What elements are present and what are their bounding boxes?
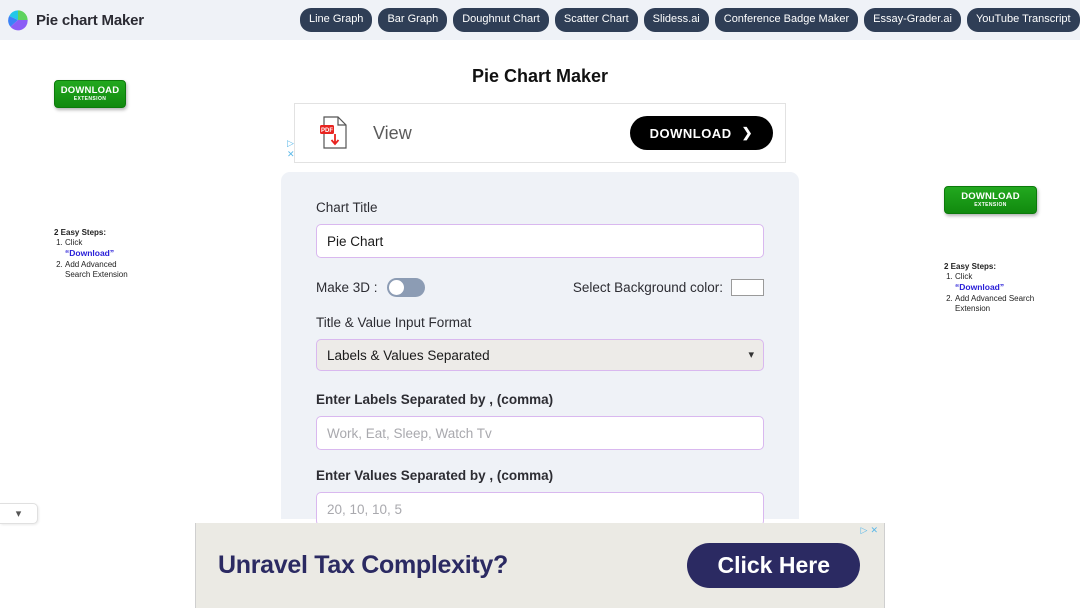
left-ad-extension-label: EXTENSION (73, 96, 107, 103)
left-ad-step-1: Click “Download” (65, 238, 134, 259)
adchoices-triangle-icon[interactable]: ▷ (287, 139, 295, 148)
close-icon[interactable]: ✕ (870, 526, 878, 535)
right-sidebar-advertisement[interactable]: DOWNLOAD EXTENSION 2 Easy Steps: Click “… (944, 186, 1037, 313)
left-ad-step-1-link[interactable]: “Download” (65, 248, 114, 258)
make-3d-toggle-knob (388, 280, 404, 295)
left-sidebar-advertisement[interactable]: DOWNLOAD EXTENSION 2 Easy Steps: Click “… (54, 80, 128, 279)
top-ad-controls[interactable]: ▷ ✕ (287, 139, 295, 159)
right-ad-steps: 2 Easy Steps: Click “Download” Add Advan… (944, 262, 1054, 314)
labels-input-label: Enter Labels Separated by , (comma) (316, 392, 554, 407)
top-ad-download-label: DOWNLOAD (649, 125, 732, 141)
values-input[interactable] (316, 492, 764, 526)
top-ad-text: View (373, 122, 412, 143)
nav-item-scatter-chart[interactable]: Scatter Chart (554, 8, 638, 32)
right-ad-download-label: DOWNLOAD (961, 190, 1020, 202)
nav-item-line-graph[interactable]: Line Graph (300, 8, 373, 32)
input-format-label: Title & Value Input Format (316, 315, 472, 330)
left-ad-steps-heading: 2 Easy Steps: (54, 228, 107, 237)
bottom-ad-cta-button[interactable]: Click Here (687, 543, 860, 588)
background-color-group: Select Background color: (573, 279, 764, 296)
bottom-ad-content: Unravel Tax Complexity? Click Here (196, 523, 884, 608)
collapse-panel-tab[interactable]: ▾ (0, 503, 38, 524)
left-ad-step-2: Add Advanced Search Extension (65, 260, 134, 280)
right-ad-step-1-link[interactable]: “Download” (955, 282, 1004, 292)
right-ad-steps-list: Click “Download” Add Advanced Search Ext… (944, 272, 1054, 314)
svg-text:PDF: PDF (321, 128, 333, 134)
right-ad-download-extension-button[interactable]: DOWNLOAD EXTENSION (944, 186, 1037, 214)
left-ad-step-1-prefix: Click (65, 238, 83, 248)
chevron-right-icon: ❯ (741, 125, 753, 140)
3d-and-background-row: Make 3D : Select Background color: (316, 278, 764, 297)
input-format-select-wrapper: Labels & Values Separated Labels & Value… (316, 339, 764, 371)
primary-nav: Line Graph Bar Graph Doughnut Chart Scat… (300, 0, 1080, 40)
labels-input[interactable] (316, 416, 764, 450)
close-icon[interactable]: ✕ (287, 150, 295, 159)
background-color-label: Select Background color: (572, 280, 723, 295)
nav-item-bar-graph[interactable]: Bar Graph (378, 8, 448, 32)
right-ad-steps-heading: 2 Easy Steps: (944, 262, 997, 271)
nav-item-youtube-transcript[interactable]: YouTube Transcript (966, 8, 1080, 32)
right-ad-step-1: Click “Download” (955, 272, 1054, 293)
top-ad-download-button[interactable]: DOWNLOAD ❯ (629, 116, 773, 150)
right-ad-step-2: Add Advanced Search Extension (955, 294, 1054, 314)
app-header: Pie chart Maker Line Graph Bar Graph Dou… (0, 0, 1080, 40)
right-ad-extension-label: EXTENSION (974, 202, 1007, 209)
bottom-ad-text: Unravel Tax Complexity? (218, 551, 508, 579)
chart-title-input[interactable] (316, 224, 764, 258)
background-color-swatch[interactable] (731, 279, 764, 296)
nav-item-slidess-ai[interactable]: Slidess.ai (643, 8, 709, 32)
bottom-ad-controls[interactable]: ▷ ✕ (861, 526, 878, 535)
nav-item-conference-badge-maker[interactable]: Conference Badge Maker (714, 8, 859, 32)
bottom-advertisement[interactable]: ▷ ✕ Unravel Tax Complexity? Click Here (195, 523, 885, 608)
left-ad-download-extension-button[interactable]: DOWNLOAD EXTENSION (54, 80, 126, 108)
page-title: Pie Chart Maker (471, 66, 609, 86)
left-ad-download-label: DOWNLOAD (60, 84, 120, 96)
brand-name: Pie chart Maker (36, 11, 144, 29)
pie-chart-icon (8, 10, 28, 31)
brand[interactable]: Pie chart Maker (7, 9, 144, 31)
nav-item-essay-grader-ai[interactable]: Essay-Grader.ai (864, 8, 961, 32)
chart-title-label: Chart Title (316, 200, 378, 215)
adchoices-triangle-icon[interactable]: ▷ (861, 526, 868, 535)
left-ad-steps: 2 Easy Steps: Click “Download” Add Advan… (54, 228, 134, 280)
top-advertisement[interactable]: ▷ ✕ PDF View DOWNLOAD ❯ (287, 103, 786, 163)
make-3d-label: Make 3D : (316, 280, 378, 295)
values-input-label: Enter Values Separated by , (comma) (316, 468, 554, 483)
right-ad-step-1-prefix: Click (955, 272, 973, 282)
chart-settings-card: Chart Title Make 3D : Select Background … (281, 172, 799, 526)
input-format-select[interactable]: Labels & Values Separated Labels & Value… (316, 339, 764, 371)
nav-item-doughnut-chart[interactable]: Doughnut Chart (453, 8, 549, 32)
left-ad-steps-list: Click “Download” Add Advanced Search Ext… (54, 238, 134, 280)
chevron-down-icon: ▾ (15, 508, 22, 520)
pdf-download-icon: PDF (320, 116, 347, 149)
make-3d-toggle[interactable] (386, 278, 425, 297)
